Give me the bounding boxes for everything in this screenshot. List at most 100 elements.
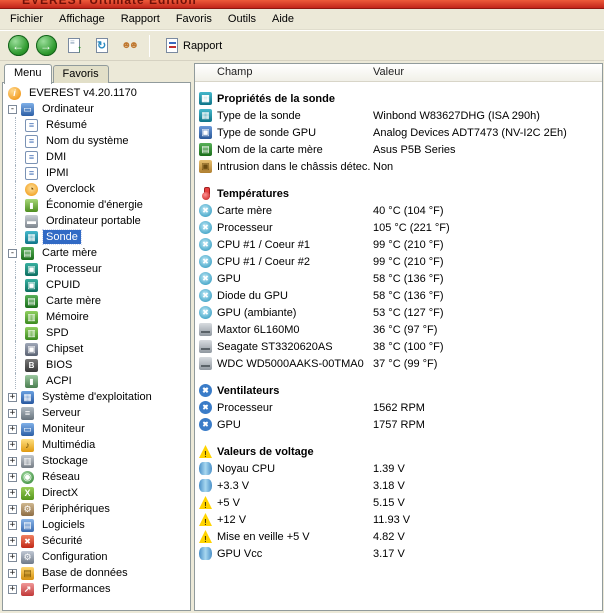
menu-aide[interactable]: Aide — [264, 10, 302, 28]
tree-item-ordinateur[interactable]: - Ordinateur — [3, 101, 190, 117]
tree-item-chipset[interactable]: Chipset — [3, 341, 190, 357]
sensor-report: Propriétés de la sonde Type de la sonde Wi… — [195, 82, 602, 610]
tree-item-carte-mere[interactable]: Carte mère — [3, 293, 190, 309]
row-cpu-#1-coeur-#1[interactable]: CPU #1 / Coeur #1 99 °C (210 °F) — [199, 236, 602, 253]
refresh-button[interactable] — [89, 33, 115, 59]
toolbar: Rapport — [0, 30, 604, 61]
tree-item-carte-mere[interactable]: - Carte mère — [3, 245, 190, 261]
tree-expander-icon[interactable]: + — [8, 456, 17, 466]
report-wizard-button[interactable] — [61, 33, 87, 59]
column-header-value[interactable]: Valeur — [373, 66, 404, 78]
row-gpu[interactable]: GPU 1757 RPM — [199, 416, 602, 433]
tree-item-base-de-donnees[interactable]: + Base de données — [3, 565, 190, 581]
section-valeurs-de-voltage: Valeurs de voltage Noyau CPU 1.39 V +3.3 V 3… — [199, 443, 602, 562]
tree-expander-icon[interactable]: + — [8, 504, 17, 514]
fan-icon — [199, 418, 212, 431]
tree-item-bios[interactable]: BIOS — [3, 357, 190, 373]
tree-item-multimedia[interactable]: + Multimédia — [3, 437, 190, 453]
back-button[interactable] — [5, 33, 31, 59]
column-header-field[interactable]: Champ — [217, 66, 252, 78]
storage-icon — [21, 454, 34, 468]
title-bar[interactable]: EVEREST Ultimate Edition — [0, 0, 604, 9]
tree-item-label: Système d'exploitation — [42, 391, 152, 403]
tab-menu[interactable]: Menu — [4, 64, 52, 84]
tree-item-label: Sécurité — [42, 535, 83, 547]
menu-rapport[interactable]: Rapport — [113, 10, 168, 28]
row-mise-en-veille-+5-v[interactable]: Mise en veille +5 V 4.82 V — [199, 528, 602, 545]
tree-item-nom-du-systeme[interactable]: Nom du système — [3, 133, 190, 149]
row-+3-3-v[interactable]: +3.3 V 3.18 V — [199, 477, 602, 494]
tree-item-dmi[interactable]: DMI — [3, 149, 190, 165]
tree-item-reseau[interactable]: + Réseau — [3, 469, 190, 485]
row-seagate-st3320620as[interactable]: Seagate ST3320620AS 38 °C (100 °F) — [199, 338, 602, 355]
tree-item-overclock[interactable]: Overclock — [3, 181, 190, 197]
tree-expander-icon[interactable]: - — [8, 104, 17, 114]
row-type-de-la-sonde[interactable]: Type de la sonde Winbond W83627DHG (ISA 2… — [199, 107, 602, 124]
tree-expander-icon[interactable]: + — [8, 472, 17, 482]
menu-affichage[interactable]: Affichage — [51, 10, 113, 28]
row-processeur[interactable]: Processeur 105 °C (221 °F) — [199, 219, 602, 236]
row-type-de-sonde-gpu[interactable]: Type de sonde GPU Analog Devices ADT7473 … — [199, 124, 602, 141]
tree-item-acpi[interactable]: ACPI — [3, 373, 190, 389]
menu-favoris[interactable]: Favoris — [168, 10, 220, 28]
tree-item-spd[interactable]: SPD — [3, 325, 190, 341]
tree-item-stockage[interactable]: + Stockage — [3, 453, 190, 469]
tree-item-peripheriques[interactable]: + Périphériques — [3, 501, 190, 517]
tree-item-logiciels[interactable]: + Logiciels — [3, 517, 190, 533]
tree-expander-icon[interactable]: + — [8, 392, 17, 402]
report-button[interactable]: Rapport — [157, 35, 231, 56]
row-processeur[interactable]: Processeur 1562 RPM — [199, 399, 602, 416]
row-wdc-wd5000aaks-00tma0[interactable]: WDC WD5000AAKS-00TMA0 37 °C (99 °F) — [199, 355, 602, 372]
row-+12-v[interactable]: +12 V 11.93 V — [199, 511, 602, 528]
navigation-tree: EVEREST v4.20.1170 - Ordinateur Résumé Nom d… — [2, 82, 191, 611]
tab-favoris[interactable]: Favoris — [52, 65, 109, 83]
menu-fichier[interactable]: Fichier — [2, 10, 51, 28]
tree-expander-icon[interactable]: + — [8, 536, 17, 546]
tree-expander-icon[interactable]: + — [8, 424, 17, 434]
multimedia-icon — [21, 438, 34, 452]
row-maxtor-6l160m0[interactable]: Maxtor 6L160M0 36 °C (97 °F) — [199, 321, 602, 338]
row-cpu-#1-coeur-#2[interactable]: CPU #1 / Coeur #2 99 °C (210 °F) — [199, 253, 602, 270]
tree-item-serveur[interactable]: + Serveur — [3, 405, 190, 421]
fan-icon — [199, 384, 212, 397]
tree-expander-icon[interactable]: - — [8, 248, 17, 258]
tree-expander-icon[interactable]: + — [8, 520, 17, 530]
tree-item-processeur[interactable]: Processeur — [3, 261, 190, 277]
menu-outils[interactable]: Outils — [220, 10, 264, 28]
tree-expander-icon[interactable]: + — [8, 568, 17, 578]
row-intrusion-dans-le-chassis-detec[interactable]: Intrusion dans le châssis détec...Non — [199, 158, 602, 175]
row-diode-du-gpu[interactable]: Diode du GPU 58 °C (136 °F) — [199, 287, 602, 304]
tree-item-economie-d-energie[interactable]: Économie d'énergie — [3, 197, 190, 213]
tree-item-resume[interactable]: Résumé — [3, 117, 190, 133]
row-nom-de-la-carte-mere[interactable]: Nom de la carte mère Asus P5B Series — [199, 141, 602, 158]
tree-item-performances[interactable]: + Performances — [3, 581, 190, 597]
server-icon — [21, 406, 34, 420]
users-button[interactable] — [117, 33, 143, 59]
row-gpu-vcc[interactable]: GPU Vcc 3.17 V — [199, 545, 602, 562]
tree-item-everest-v4-20-1170[interactable]: EVEREST v4.20.1170 — [3, 85, 190, 101]
forward-button[interactable] — [33, 33, 59, 59]
tree-expander-icon[interactable]: + — [8, 584, 17, 594]
tree-item-securite[interactable]: + Sécurité — [3, 533, 190, 549]
tree-item-ipmi[interactable]: IPMI — [3, 165, 190, 181]
tree-item-ordinateur-portable[interactable]: Ordinateur portable — [3, 213, 190, 229]
column-headers: Champ Valeur — [195, 64, 602, 82]
acpi-icon — [25, 374, 38, 388]
tree-expander-icon[interactable]: + — [8, 552, 17, 562]
tree-item-cpuid[interactable]: CPUID — [3, 277, 190, 293]
row-+5-v[interactable]: +5 V 5.15 V — [199, 494, 602, 511]
tree-expander-icon[interactable]: + — [8, 440, 17, 450]
row-carte-mere[interactable]: Carte mère 40 °C (104 °F) — [199, 202, 602, 219]
tree-item-directx[interactable]: + DirectX — [3, 485, 190, 501]
row-gpu-ambiante[interactable]: GPU (ambiante) 53 °C (127 °F) — [199, 304, 602, 321]
row-gpu[interactable]: GPU 58 °C (136 °F) — [199, 270, 602, 287]
overclock-icon — [25, 182, 38, 196]
tree-expander-icon[interactable]: + — [8, 488, 17, 498]
tree-item-configuration[interactable]: + Configuration — [3, 549, 190, 565]
tree-item-sonde[interactable]: Sonde — [3, 229, 190, 245]
row-noyau-cpu[interactable]: Noyau CPU 1.39 V — [199, 460, 602, 477]
tree-item-memoire[interactable]: Mémoire — [3, 309, 190, 325]
tree-item-moniteur[interactable]: + Moniteur — [3, 421, 190, 437]
tree-expander-icon[interactable]: + — [8, 408, 17, 418]
tree-item-systeme-d-exploitation[interactable]: + Système d'exploitation — [3, 389, 190, 405]
